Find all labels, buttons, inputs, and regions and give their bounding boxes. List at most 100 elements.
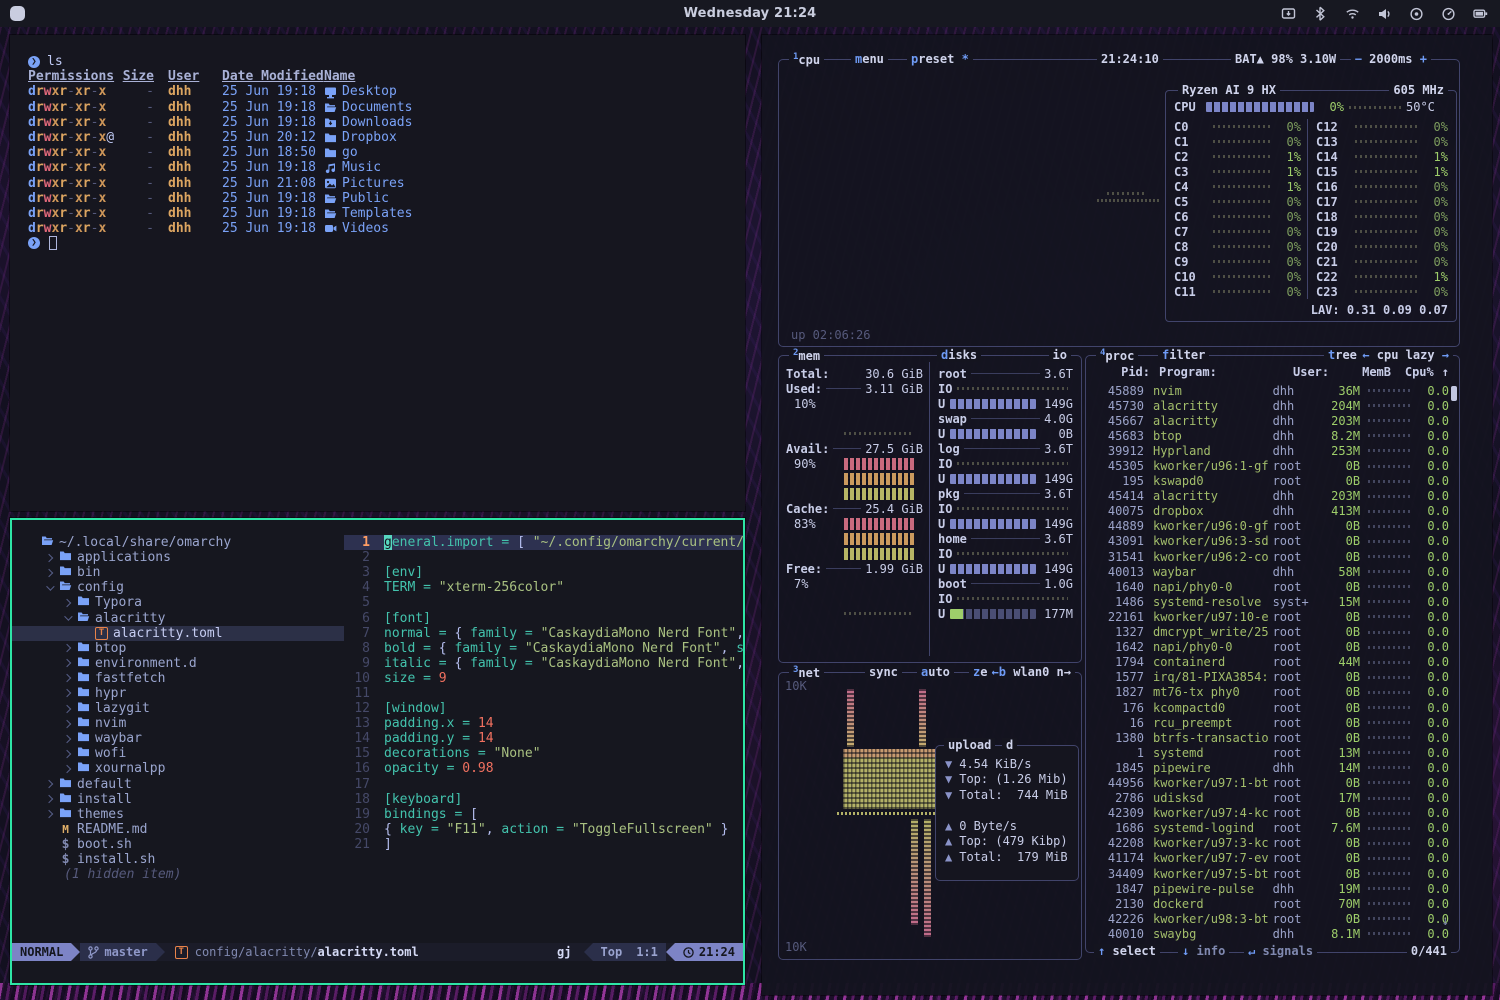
wifi-icon[interactable] xyxy=(1345,6,1360,22)
tree-item-default[interactable]: default xyxy=(12,777,344,792)
tree-item-themes[interactable]: themes xyxy=(12,807,344,822)
tree-item-fastfetch[interactable]: fastfetch xyxy=(12,671,344,686)
tree-item-xournalpp[interactable]: xournalpp xyxy=(12,761,344,776)
process-row[interactable]: 22161kworker/u97:10-eroot0B0.0 xyxy=(1094,609,1449,624)
process-row[interactable]: 1640napi/phy0-0root0B0.0 xyxy=(1094,579,1449,594)
process-row[interactable]: 45305kworker/u96:1-gfroot0B0.0 xyxy=(1094,458,1449,473)
proc-info-hint[interactable]: ↓ info xyxy=(1178,944,1229,958)
chevron-right-icon[interactable] xyxy=(63,719,71,727)
tab-proc[interactable]: 4proc xyxy=(1096,348,1138,363)
tab-disks[interactable]: disks xyxy=(937,348,981,362)
tab-cpu[interactable]: 1cpu xyxy=(789,52,824,67)
column-cpu[interactable]: Cpu% xyxy=(1405,365,1434,379)
process-row[interactable]: 41174kworker/u97:7-evroot0B0.0 xyxy=(1094,851,1449,866)
record-icon[interactable] xyxy=(1409,6,1424,22)
git-branch[interactable]: master xyxy=(80,943,155,961)
process-row[interactable]: 34409kworker/u97:5-btroot0B0.0 xyxy=(1094,866,1449,881)
process-row[interactable]: 1systemdroot13M0.0 xyxy=(1094,745,1449,760)
process-row[interactable]: 31541kworker/u96:2-coroot0B0.0 xyxy=(1094,549,1449,564)
net-sync-toggle[interactable]: sync xyxy=(865,665,902,679)
tree-item-lazygit[interactable]: lazygit xyxy=(12,701,344,716)
column-program[interactable]: Program: xyxy=(1159,365,1293,379)
process-row[interactable]: 44889kworker/u96:0-gfroot0B0.0 xyxy=(1094,519,1449,534)
process-row[interactable]: 45730alacrittydhh204M0.0 xyxy=(1094,398,1449,413)
process-row[interactable]: 1845pipewiredhh14M0.0 xyxy=(1094,760,1449,775)
prompt-line-input[interactable]: ❯ xyxy=(28,236,745,250)
process-row[interactable]: 40010swaybgdhh8.1M0.0 xyxy=(1094,926,1449,941)
process-row[interactable]: 195kswapd0root0B0.0 xyxy=(1094,474,1449,489)
process-row[interactable]: 176kcompactd0root0B0.0 xyxy=(1094,700,1449,715)
tree-item-boot.sh[interactable]: $boot.sh xyxy=(12,837,344,852)
tree-item-readme.md[interactable]: MREADME.md xyxy=(12,822,344,837)
tree-item-wofi[interactable]: wofi xyxy=(12,746,344,761)
gauge-icon[interactable] xyxy=(1441,6,1456,22)
tree-item-alacritty[interactable]: alacritty xyxy=(12,610,344,625)
proc-filter-button[interactable]: filter xyxy=(1158,348,1209,362)
process-row[interactable]: 39912Hyprlanddhh253M0.0 xyxy=(1094,443,1449,458)
process-row[interactable]: 44956kworker/u97:1-btroot0B0.0 xyxy=(1094,775,1449,790)
editor-buffer[interactable]: 1general.import = [ "~/.config/omarchy/c… xyxy=(344,520,743,937)
column-pid[interactable]: Pid: xyxy=(1094,365,1150,379)
process-row[interactable]: 1794containerdroot44M0.0 xyxy=(1094,655,1449,670)
chevron-right-icon[interactable] xyxy=(45,795,53,803)
chevron-right-icon[interactable] xyxy=(63,765,71,773)
tree-item-environment.d[interactable]: environment.d xyxy=(12,656,344,671)
process-row[interactable]: 45667alacrittydhh203M0.0 xyxy=(1094,413,1449,428)
process-row[interactable]: 42309kworker/u97:4-kcroot0B0.0 xyxy=(1094,806,1449,821)
tree-item-bin[interactable]: bin xyxy=(12,565,344,580)
tray-icon[interactable] xyxy=(1281,6,1296,22)
preset-button[interactable]: preset * xyxy=(907,52,973,66)
process-row[interactable]: 40013waybardhh58M0.0 xyxy=(1094,564,1449,579)
chevron-right-icon[interactable] xyxy=(45,810,53,818)
chevron-down-icon[interactable] xyxy=(46,582,54,590)
process-row[interactable]: 42208kworker/u97:3-kcroot0B0.0 xyxy=(1094,836,1449,851)
process-row[interactable]: 1827mt76-tx phy0root0B0.0 xyxy=(1094,685,1449,700)
chevron-right-icon[interactable] xyxy=(63,599,71,607)
process-row[interactable]: 1327dmcrypt_write/25root0B0.0 xyxy=(1094,625,1449,640)
column-user[interactable]: User: xyxy=(1293,365,1341,379)
process-row[interactable]: 40075dropboxdhh413M0.0 xyxy=(1094,504,1449,519)
tree-item-config[interactable]: config xyxy=(12,580,344,595)
process-row[interactable]: 1486systemd-resolvesyst+15M0.0 xyxy=(1094,594,1449,609)
process-row[interactable]: 45414alacrittydhh203M0.0 xyxy=(1094,489,1449,504)
chevron-right-icon[interactable] xyxy=(63,704,71,712)
process-row[interactable]: 2130dockerdroot70M0.0 xyxy=(1094,896,1449,911)
tree-item-install[interactable]: install xyxy=(12,792,344,807)
chevron-right-icon[interactable] xyxy=(63,750,71,758)
net-auto-toggle[interactable]: auto xyxy=(917,665,954,679)
chevron-right-icon[interactable] xyxy=(63,674,71,682)
bluetooth-icon[interactable] xyxy=(1313,6,1328,22)
tree-item-install.sh[interactable]: $install.sh xyxy=(12,852,344,867)
menu-button[interactable]: menu xyxy=(851,52,888,66)
chevron-right-icon[interactable] xyxy=(63,644,71,652)
net-interface-switcher[interactable]: ←b wlan0 n→ xyxy=(988,665,1075,679)
update-interval[interactable]: − 2000ms + xyxy=(1351,52,1431,66)
proc-signals-hint[interactable]: ↵ signals xyxy=(1244,944,1317,958)
volume-icon[interactable] xyxy=(1377,6,1392,22)
proc-tree-toggle[interactable]: tree xyxy=(1324,348,1361,362)
chevron-right-icon[interactable] xyxy=(63,735,71,743)
tab-io[interactable]: io xyxy=(1049,348,1071,362)
tree-item-hypr[interactable]: hypr xyxy=(12,686,344,701)
process-row[interactable]: 2786udisksdroot17M0.0 xyxy=(1094,791,1449,806)
chevron-right-icon[interactable] xyxy=(63,689,71,697)
process-row[interactable]: 42226kworker/u98:3-btroot0B0.0 xyxy=(1094,911,1449,926)
process-row[interactable]: 43091kworker/u96:3-sdroot0B0.0 xyxy=(1094,534,1449,549)
chevron-right-icon[interactable] xyxy=(45,568,53,576)
tree-item-alacritty.toml[interactable]: Talacritty.toml xyxy=(12,626,344,641)
tree-item-waybar[interactable]: waybar xyxy=(12,731,344,746)
tab-mem[interactable]: 2mem xyxy=(789,348,824,363)
tree-item-nvim[interactable]: nvim xyxy=(12,716,344,731)
process-row[interactable]: 1577irq/81-PIXA3854:root0B0.0 xyxy=(1094,670,1449,685)
chevron-right-icon[interactable] xyxy=(45,780,53,788)
scroll-down-indicator[interactable]: ↓ xyxy=(1442,914,1449,928)
chevron-down-icon[interactable] xyxy=(64,612,72,620)
process-row[interactable]: 1642napi/phy0-0root0B0.0 xyxy=(1094,640,1449,655)
tree-item-btop[interactable]: btop xyxy=(12,641,344,656)
process-row[interactable]: 45683btopdhh8.2M0.0 xyxy=(1094,428,1449,443)
proc-select-hint[interactable]: ↑ select xyxy=(1094,944,1160,958)
process-row[interactable]: 16rcu_preemptroot0B0.0 xyxy=(1094,715,1449,730)
column-mem[interactable]: MemB xyxy=(1341,365,1391,379)
chevron-right-icon[interactable] xyxy=(63,659,71,667)
tab-net[interactable]: 3net xyxy=(789,665,824,680)
